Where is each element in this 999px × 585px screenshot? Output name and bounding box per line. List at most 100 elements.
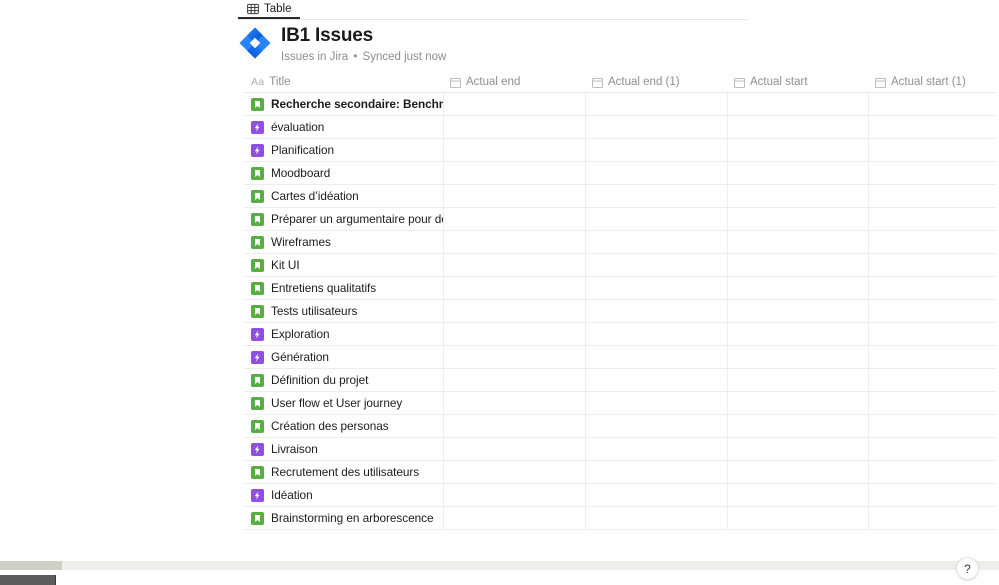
cell-actual-start[interactable] bbox=[727, 437, 869, 461]
cell-actual-start[interactable] bbox=[727, 322, 869, 346]
cell-actual-start-1[interactable] bbox=[868, 322, 996, 346]
cell-title[interactable]: Livraison bbox=[244, 437, 444, 461]
cell-actual-end-1[interactable] bbox=[585, 391, 728, 415]
table-row[interactable]: Exploration bbox=[244, 322, 996, 346]
cell-title[interactable]: User flow et User journey bbox=[244, 391, 444, 415]
cell-actual-end-1[interactable] bbox=[585, 368, 728, 392]
horizontal-scrollbar-thumb[interactable] bbox=[0, 561, 62, 570]
cell-actual-end-1[interactable] bbox=[585, 299, 728, 323]
cell-actual-start[interactable] bbox=[727, 184, 869, 208]
table-row[interactable]: Recrutement des utilisateurs bbox=[244, 460, 996, 484]
cell-actual-end[interactable] bbox=[443, 483, 586, 507]
table-row[interactable]: User flow et User journey bbox=[244, 391, 996, 415]
cell-actual-start-1[interactable] bbox=[868, 299, 996, 323]
table-row[interactable]: Livraison bbox=[244, 437, 996, 461]
cell-actual-end[interactable] bbox=[443, 230, 586, 254]
cell-title[interactable]: Exploration bbox=[244, 322, 444, 346]
cell-actual-end[interactable] bbox=[443, 460, 586, 484]
cell-actual-end-1[interactable] bbox=[585, 345, 728, 369]
cell-actual-end[interactable] bbox=[443, 345, 586, 369]
column-header-actual-start-1[interactable]: Actual start (1) bbox=[868, 70, 996, 93]
cell-actual-start[interactable] bbox=[727, 161, 869, 185]
cell-actual-end-1[interactable] bbox=[585, 230, 728, 254]
cell-actual-end[interactable] bbox=[443, 414, 586, 438]
cell-actual-end-1[interactable] bbox=[585, 253, 728, 277]
cell-actual-start-1[interactable] bbox=[868, 253, 996, 277]
table-row[interactable]: Entretiens qualitatifs bbox=[244, 276, 996, 300]
cell-actual-start[interactable] bbox=[727, 299, 869, 323]
cell-actual-start[interactable] bbox=[727, 230, 869, 254]
cell-actual-end-1[interactable] bbox=[585, 414, 728, 438]
table-row[interactable]: Moodboard bbox=[244, 161, 996, 185]
cell-actual-start[interactable] bbox=[727, 253, 869, 277]
cell-actual-end[interactable] bbox=[443, 184, 586, 208]
cell-title[interactable]: Moodboard bbox=[244, 161, 444, 185]
table-row[interactable]: Définition du projet bbox=[244, 368, 996, 392]
cell-actual-start-1[interactable] bbox=[868, 460, 996, 484]
cell-actual-end[interactable] bbox=[443, 138, 586, 162]
cell-title[interactable]: Définition du projet bbox=[244, 368, 444, 392]
column-header-actual-end-1[interactable]: Actual end (1) bbox=[585, 70, 727, 93]
cell-actual-end[interactable] bbox=[443, 276, 586, 300]
cell-actual-end[interactable] bbox=[443, 207, 586, 231]
cell-actual-start[interactable] bbox=[727, 483, 869, 507]
cell-actual-end[interactable] bbox=[443, 368, 586, 392]
cell-title[interactable]: Planification bbox=[244, 138, 444, 162]
cell-title[interactable]: Préparer un argumentaire pour défendre l… bbox=[244, 207, 444, 231]
cell-title[interactable]: Wireframes bbox=[244, 230, 444, 254]
cell-actual-start-1[interactable] bbox=[868, 437, 996, 461]
table-scroll-region[interactable]: Aa Title Actual end Actual end (1) Actua… bbox=[244, 70, 999, 530]
cell-actual-end-1[interactable] bbox=[585, 483, 728, 507]
cell-title[interactable]: évaluation bbox=[244, 115, 444, 139]
cell-actual-start-1[interactable] bbox=[868, 414, 996, 438]
cell-actual-end[interactable] bbox=[443, 299, 586, 323]
cell-actual-start-1[interactable] bbox=[868, 184, 996, 208]
cell-actual-start-1[interactable] bbox=[868, 483, 996, 507]
cell-title[interactable]: Création des personas bbox=[244, 414, 444, 438]
table-row[interactable]: Wireframes bbox=[244, 230, 996, 254]
table-row[interactable]: Kit UI bbox=[244, 253, 996, 277]
column-header-actual-end[interactable]: Actual end bbox=[443, 70, 585, 93]
cell-actual-end-1[interactable] bbox=[585, 460, 728, 484]
cell-actual-end[interactable] bbox=[443, 115, 586, 139]
cell-actual-start-1[interactable] bbox=[868, 368, 996, 392]
tab-table[interactable]: Table bbox=[238, 0, 300, 19]
cell-actual-start[interactable] bbox=[727, 345, 869, 369]
cell-actual-end[interactable] bbox=[443, 391, 586, 415]
cell-actual-end-1[interactable] bbox=[585, 276, 728, 300]
horizontal-scrollbar-track[interactable] bbox=[0, 561, 999, 570]
cell-actual-end-1[interactable] bbox=[585, 92, 728, 116]
cell-actual-start-1[interactable] bbox=[868, 207, 996, 231]
cell-actual-start-1[interactable] bbox=[868, 92, 996, 116]
table-row[interactable]: Cartes d’idéation bbox=[244, 184, 996, 208]
table-row[interactable]: Planification bbox=[244, 138, 996, 162]
cell-actual-start[interactable] bbox=[727, 506, 869, 530]
cell-actual-start-1[interactable] bbox=[868, 345, 996, 369]
cell-actual-end-1[interactable] bbox=[585, 207, 728, 231]
cell-actual-end[interactable] bbox=[443, 506, 586, 530]
cell-title[interactable]: Entretiens qualitatifs bbox=[244, 276, 444, 300]
table-row[interactable]: Tests utilisateurs bbox=[244, 299, 996, 323]
cell-actual-start[interactable] bbox=[727, 368, 869, 392]
cell-actual-start[interactable] bbox=[727, 92, 869, 116]
cell-actual-start[interactable] bbox=[727, 460, 869, 484]
column-header-title[interactable]: Aa Title bbox=[244, 70, 443, 93]
cell-actual-end[interactable] bbox=[443, 437, 586, 461]
cell-actual-end-1[interactable] bbox=[585, 138, 728, 162]
cell-title[interactable]: Génération bbox=[244, 345, 444, 369]
cell-actual-start-1[interactable] bbox=[868, 115, 996, 139]
cell-actual-end-1[interactable] bbox=[585, 506, 728, 530]
cell-title[interactable]: Tests utilisateurs bbox=[244, 299, 444, 323]
cell-actual-end[interactable] bbox=[443, 161, 586, 185]
cell-actual-end-1[interactable] bbox=[585, 437, 728, 461]
cell-title[interactable]: Kit UI bbox=[244, 253, 444, 277]
cell-title[interactable]: Idéation bbox=[244, 483, 444, 507]
cell-actual-end-1[interactable] bbox=[585, 161, 728, 185]
cell-actual-end-1[interactable] bbox=[585, 322, 728, 346]
cell-actual-end[interactable] bbox=[443, 253, 586, 277]
cell-actual-start-1[interactable] bbox=[868, 391, 996, 415]
column-header-actual-start[interactable]: Actual start bbox=[727, 70, 868, 93]
cell-actual-end-1[interactable] bbox=[585, 115, 728, 139]
cell-actual-start[interactable] bbox=[727, 207, 869, 231]
cell-title[interactable]: Cartes d’idéation bbox=[244, 184, 444, 208]
